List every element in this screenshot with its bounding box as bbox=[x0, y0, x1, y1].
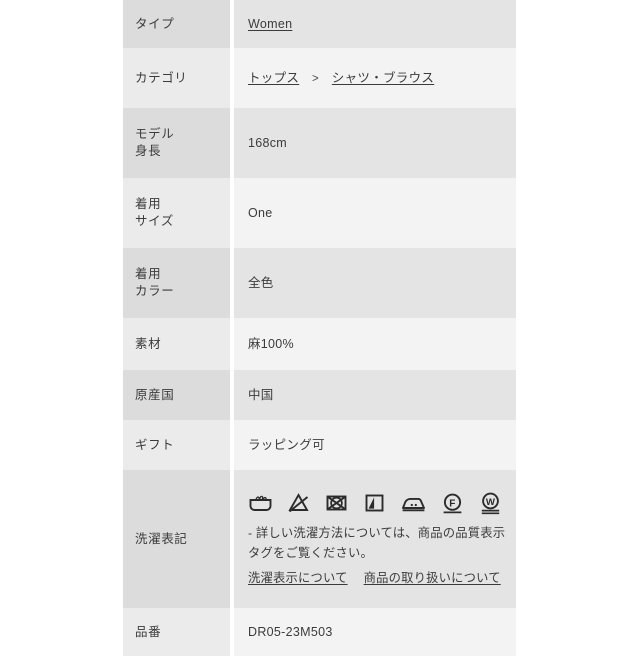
spec-value-category: トップス > シャツ・ブラウス bbox=[232, 48, 516, 108]
breadcrumb-separator-icon: > bbox=[311, 72, 320, 85]
spec-value-worn-color: 全色 bbox=[232, 248, 516, 318]
spec-value-sku: DR05-23M503 bbox=[232, 608, 516, 656]
table-row: タイプ Women bbox=[123, 0, 516, 48]
spec-label-care: 洗濯表記 bbox=[123, 470, 234, 608]
do-not-bleach-triangle-icon bbox=[286, 491, 311, 515]
care-label-info-link[interactable]: 洗濯表示について bbox=[248, 569, 348, 587]
spec-value-gift: ラッピング可 bbox=[232, 420, 516, 470]
product-spec-page: タイプ Women カテゴリ トップス > シャツ・ブラウス モデル 身長 16… bbox=[0, 0, 640, 656]
table-row: 着用 サイズ One bbox=[123, 178, 516, 248]
svg-text:F: F bbox=[449, 498, 455, 509]
do-not-tumble-dry-icon bbox=[324, 491, 349, 515]
line-dry-in-shade-icon bbox=[362, 491, 387, 515]
wet-clean-gentle-w-icon: W bbox=[478, 491, 503, 515]
table-row: 品番 DR05-23M503 bbox=[123, 608, 516, 656]
care-symbol-list: F W bbox=[248, 491, 516, 515]
type-link[interactable]: Women bbox=[248, 17, 292, 31]
table-row: 素材 麻100% bbox=[123, 318, 516, 370]
spec-value-type: Women bbox=[232, 0, 516, 48]
breadcrumb-item-shirts-blouses[interactable]: シャツ・ブラウス bbox=[332, 71, 434, 85]
care-links: 洗濯表示について 商品の取り扱いについて bbox=[248, 569, 516, 587]
table-row: 原産国 中国 bbox=[123, 370, 516, 420]
spec-label-worn-color: 着用 カラー bbox=[123, 248, 234, 318]
iron-low-heat-icon bbox=[400, 491, 427, 515]
spec-value-material: 麻100% bbox=[232, 318, 516, 370]
spec-label-type: タイプ bbox=[123, 0, 234, 48]
table-row: 着用 カラー 全色 bbox=[123, 248, 516, 318]
table-row: モデル 身長 168cm bbox=[123, 108, 516, 178]
spec-label-category: カテゴリ bbox=[123, 48, 234, 108]
product-handling-info-link[interactable]: 商品の取り扱いについて bbox=[364, 569, 501, 587]
spec-label-sku: 品番 bbox=[123, 608, 234, 656]
spec-label-model-height: モデル 身長 bbox=[123, 108, 234, 178]
breadcrumb: トップス > シャツ・ブラウス bbox=[248, 71, 434, 85]
spec-label-material: 素材 bbox=[123, 318, 234, 370]
spec-label-worn-size: 着用 サイズ bbox=[123, 178, 234, 248]
table-row: 洗濯表記 F W - 詳しい洗濯方法については、商品の品質表示タグをご覧ください… bbox=[123, 470, 516, 608]
care-note-text: - 詳しい洗濯方法については、商品の品質表示タグをご覧ください。 bbox=[248, 526, 506, 560]
spec-label-gift: ギフト bbox=[123, 420, 234, 470]
breadcrumb-item-tops[interactable]: トップス bbox=[248, 71, 299, 85]
table-row: ギフト ラッピング可 bbox=[123, 420, 516, 470]
spec-label-origin: 原産国 bbox=[123, 370, 234, 420]
spec-value-model-height: 168cm bbox=[232, 108, 516, 178]
svg-text:W: W bbox=[486, 497, 496, 508]
hand-wash-tub-icon bbox=[248, 491, 273, 515]
spec-value-worn-size: One bbox=[232, 178, 516, 248]
dry-clean-petroleum-f-icon: F bbox=[440, 491, 465, 515]
spec-value-care: F W - 詳しい洗濯方法については、商品の品質表示タグをご覧ください。 洗濯表… bbox=[232, 470, 516, 608]
table-row: カテゴリ トップス > シャツ・ブラウス bbox=[123, 48, 516, 108]
spec-value-origin: 中国 bbox=[232, 370, 516, 420]
product-spec-table: タイプ Women カテゴリ トップス > シャツ・ブラウス モデル 身長 16… bbox=[123, 0, 516, 656]
